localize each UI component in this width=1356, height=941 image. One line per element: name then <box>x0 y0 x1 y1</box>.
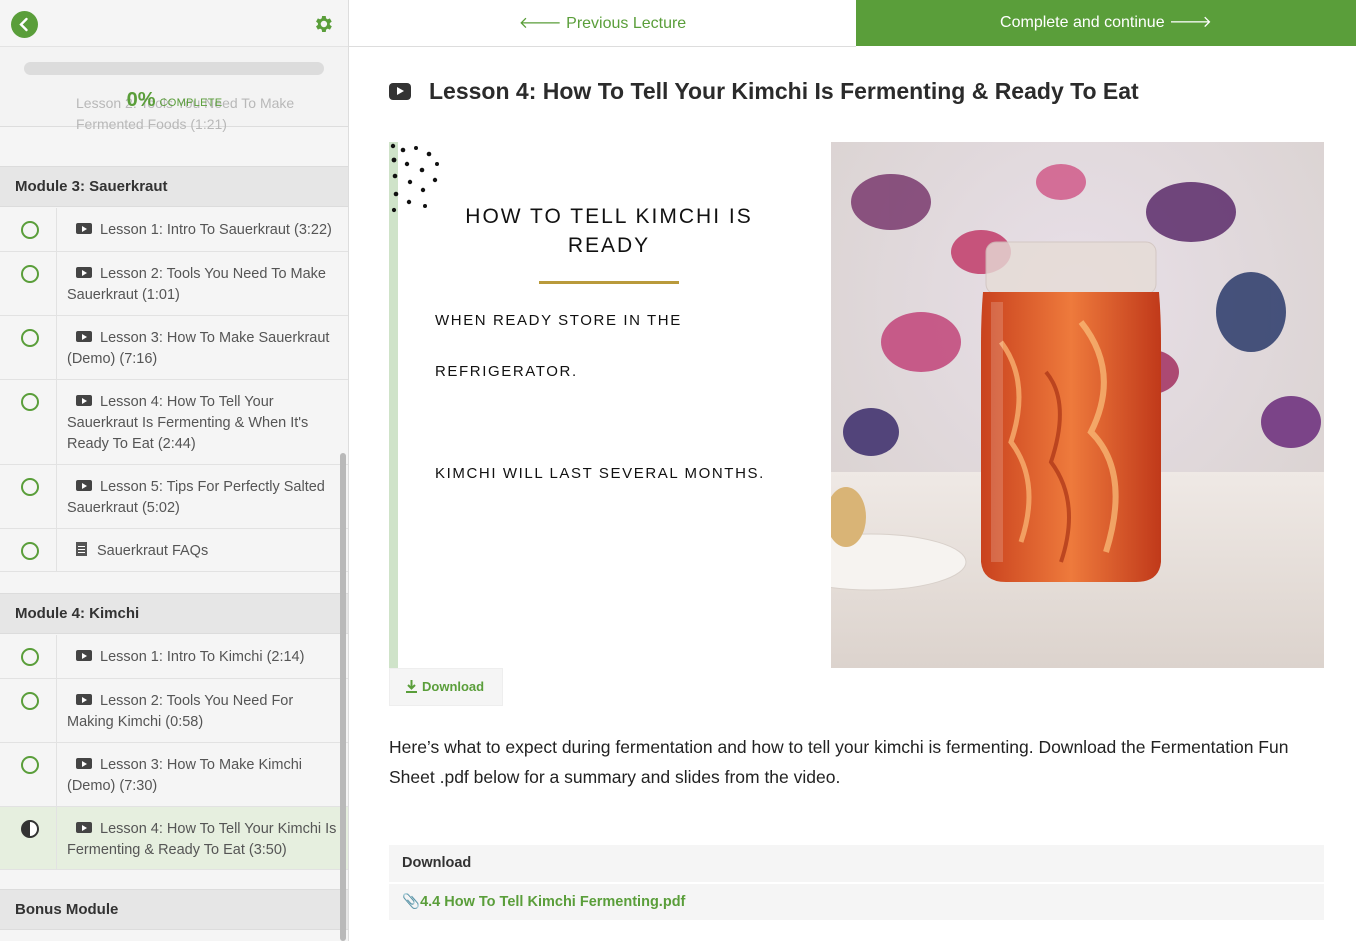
lesson-label: Lesson 4: How To Tell Your Sauerkraut Is… <box>67 394 309 452</box>
status-column <box>0 807 57 869</box>
incomplete-circle-icon[interactable] <box>21 756 39 774</box>
lesson-label: Lesson 1: Intro To Sauerkraut (3:22) <box>67 220 343 241</box>
video-icon <box>76 395 92 406</box>
dots-decoration <box>390 143 439 213</box>
half-complete-icon[interactable] <box>21 820 39 838</box>
sidebar-lesson-item[interactable]: Lesson 4: How To Tell Your Kimchi Is Fer… <box>0 807 348 870</box>
lesson-label: Lesson 1: Intro To Kimchi (2:14) <box>67 647 343 668</box>
video-player[interactable]: HOW TO TELL KIMCHI IS READY WHEN READY S… <box>389 142 1324 668</box>
sidebar-header <box>0 0 348 47</box>
page-title: Lesson 4: How To Tell Your Kimchi Is Fer… <box>429 78 1139 104</box>
back-button[interactable] <box>11 11 38 38</box>
downloads-header: Download <box>389 845 1324 882</box>
slide-text-line: WHEN READY STORE IN THE <box>435 312 682 329</box>
arrow-left-icon: 🡐 <box>518 15 567 32</box>
incomplete-circle-icon[interactable] <box>21 329 39 347</box>
incomplete-circle-icon[interactable] <box>21 478 39 496</box>
slide-heading: HOW TO TELL KIMCHI IS READY <box>465 205 753 257</box>
lesson-label: Lesson 2: Tools You Need For Making Kimc… <box>67 693 294 730</box>
gear-icon[interactable] <box>312 13 334 35</box>
attachment-link[interactable]: 📎4.4 How To Tell Kimchi Fermenting.pdf <box>389 884 1324 920</box>
status-column <box>0 316 57 379</box>
course-sidebar: Lesson 2: Tools You Need To Make Ferment… <box>0 0 349 941</box>
paperclip-icon: 📎 <box>402 894 421 910</box>
video-icon <box>76 267 92 278</box>
lesson-label: Lesson 4: How To Tell Your Kimchi Is Fer… <box>67 821 337 858</box>
incomplete-circle-icon[interactable] <box>21 648 39 666</box>
status-column <box>0 380 57 464</box>
sidebar-lesson-item[interactable]: Lesson 1: Intro To Sauerkraut (3:22) <box>0 208 348 252</box>
status-column <box>0 679 57 742</box>
lesson-label: Lesson 5: Tips For Perfectly Salted Saue… <box>67 479 325 516</box>
video-icon <box>389 83 411 100</box>
module-header[interactable]: Module 4: Kimchi <box>0 593 348 634</box>
document-icon <box>76 542 87 556</box>
progress-percent: 0% <box>126 89 156 111</box>
download-button[interactable]: Download <box>389 668 503 706</box>
chevron-left-icon <box>19 17 28 32</box>
previous-lecture-button[interactable]: 🡐 Previous Lecture <box>349 0 856 47</box>
arrow-right-icon: 🡒 <box>1164 14 1212 31</box>
module-header[interactable]: Module 3: Sauerkraut <box>0 166 348 207</box>
incomplete-circle-icon[interactable] <box>21 542 39 560</box>
lesson-label: Sauerkraut FAQs <box>67 541 343 562</box>
status-column <box>0 529 57 571</box>
status-column <box>0 743 57 806</box>
video-icon <box>76 758 92 769</box>
lesson-description: Here’s what to expect during fermentatio… <box>389 737 1289 787</box>
lesson-label: Lesson 2: Tools You Need To Make Sauerkr… <box>67 266 326 303</box>
sidebar-lesson-item[interactable]: Lesson 5: Tips For Perfectly Salted Saue… <box>0 465 348 529</box>
status-column <box>0 465 57 528</box>
incomplete-circle-icon[interactable] <box>21 393 39 411</box>
sidebar-scrollbar[interactable] <box>340 453 346 941</box>
sidebar-lesson-item[interactable]: Sauerkraut FAQs <box>0 529 348 572</box>
slide-divider <box>539 281 679 284</box>
incomplete-circle-icon[interactable] <box>21 692 39 710</box>
status-column <box>0 635 57 678</box>
video-icon <box>76 331 92 342</box>
video-icon <box>76 480 92 491</box>
complete-and-continue-button[interactable]: Complete and continue 🡒 <box>856 0 1356 46</box>
sidebar-lesson-item[interactable]: Lesson 4: How To Tell Your Sauerkraut Is… <box>0 380 348 465</box>
sidebar-lesson-item[interactable]: Lesson 3: How To Make Kimchi (Demo) (7:3… <box>0 743 348 807</box>
video-icon <box>76 650 92 661</box>
status-column <box>0 208 57 251</box>
slide-text-line: KIMCHI WILL LAST SEVERAL MONTHS. <box>435 465 765 482</box>
sidebar-lesson-item[interactable]: Lesson 2: Tools You Need To Make Sauerkr… <box>0 252 348 316</box>
download-icon <box>406 680 417 693</box>
module-header[interactable]: Bonus Module <box>0 889 348 930</box>
video-icon <box>76 694 92 705</box>
incomplete-circle-icon[interactable] <box>21 265 39 283</box>
status-column <box>0 252 57 315</box>
incomplete-circle-icon[interactable] <box>21 221 39 239</box>
video-icon <box>76 822 92 833</box>
progress-label: COMPLETE <box>159 97 223 109</box>
kimchi-jar-photo <box>831 142 1324 668</box>
sidebar-lesson-item[interactable]: Lesson 3: How To Make Sauerkraut (Demo) … <box>0 316 348 380</box>
slide-text-line: REFRIGERATOR. <box>435 363 578 380</box>
lesson-label: Lesson 3: How To Make Sauerkraut (Demo) … <box>67 330 330 367</box>
sidebar-lesson-item[interactable]: Lesson 2: Tools You Need For Making Kimc… <box>0 679 348 743</box>
video-icon <box>76 223 92 234</box>
progress-panel: Lesson 2: Tools You Need To Make Ferment… <box>0 47 348 132</box>
progress-bar <box>24 62 324 75</box>
sidebar-lesson-item[interactable]: Lesson 1: Intro To Kimchi (2:14) <box>0 635 348 679</box>
progress-text: 0% COMPLETE <box>0 89 348 112</box>
lesson-label: Lesson 3: How To Make Kimchi (Demo) (7:3… <box>67 757 303 794</box>
